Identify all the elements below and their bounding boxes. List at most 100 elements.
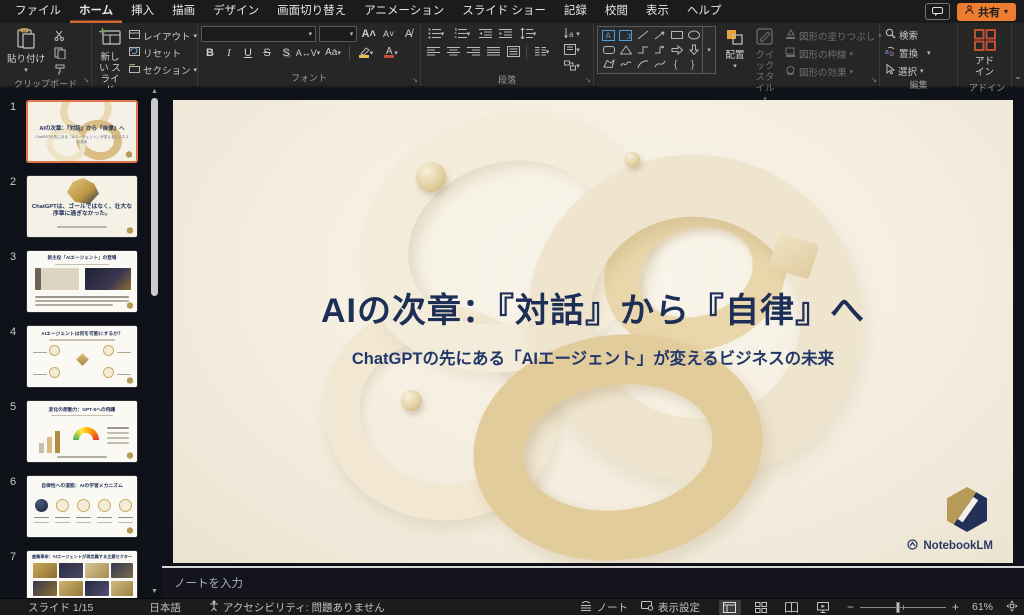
freeform-shape-icon[interactable] — [600, 57, 617, 72]
vtextbox-shape-icon[interactable]: A — [617, 28, 634, 43]
notes-toggle-button[interactable]: ノート — [580, 600, 628, 615]
roundrect-shape-icon[interactable] — [600, 43, 617, 58]
zoom-percent[interactable]: 61% — [972, 601, 993, 613]
find-button[interactable]: 検索 — [883, 27, 954, 42]
shape-effects-button[interactable]: 図形の効果▾ — [783, 64, 884, 79]
italic-button[interactable]: I — [220, 45, 238, 60]
zoom-slider-handle[interactable] — [896, 602, 900, 613]
paragraph-dialog-launcher-icon[interactable]: ↘ — [585, 76, 591, 84]
collapse-ribbon-button[interactable]: ⌄ — [1012, 23, 1024, 86]
numbering-button[interactable]: ▾ — [450, 26, 474, 41]
distribute-text-button[interactable] — [504, 44, 522, 59]
elbow-arrow-shape-icon[interactable] — [651, 43, 668, 58]
fit-to-window-button[interactable] — [1006, 600, 1018, 615]
font-name-combobox[interactable]: ▾ — [201, 26, 316, 42]
textbox-shape-icon[interactable]: A — [600, 28, 617, 43]
change-case-button[interactable]: Aa▾ — [321, 45, 345, 60]
slide-thumbnail-1[interactable]: AIの次章：『対話』から『自律』へ ChatGPTの先にある「AIエージェント」… — [26, 100, 138, 163]
highlight-color-button[interactable]: ▾ — [354, 45, 378, 60]
clear-formatting-button[interactable]: A̸ — [400, 27, 417, 42]
clipboard-dialog-launcher-icon[interactable]: ↘ — [83, 76, 89, 84]
bullets-button[interactable]: ▾ — [424, 26, 448, 41]
comments-button[interactable] — [925, 3, 950, 20]
menu-tab-記録[interactable]: 記録 — [555, 0, 596, 23]
slide-thumbnail-3[interactable]: 新主役「AIエージェント」の登場 — [26, 250, 138, 313]
paste-button[interactable]: 貼り付け ▾ — [3, 26, 49, 77]
shape-fill-button[interactable]: 図形の塗りつぶし▾ — [783, 28, 884, 43]
slide-title-text[interactable]: AIの次章：『対話』から『自律』へ — [173, 283, 1013, 332]
strikethrough-button[interactable]: S — [258, 45, 276, 60]
bold-button[interactable]: B — [201, 45, 219, 60]
decrease-font-size-button[interactable]: A˅ — [380, 27, 397, 42]
oval-shape-icon[interactable] — [685, 28, 702, 43]
justify-button[interactable] — [484, 44, 502, 59]
cut-button[interactable] — [51, 28, 69, 43]
scrollbar-thumb[interactable] — [151, 98, 158, 296]
menu-tab-画面切り替え[interactable]: 画面切り替え — [268, 0, 355, 23]
block-arrow-right-shape-icon[interactable] — [668, 43, 685, 58]
slide-counter[interactable]: スライド 1/15 — [28, 600, 93, 615]
section-button[interactable]: セクション▾ — [127, 62, 199, 77]
share-button[interactable]: 共有 ▾ — [957, 3, 1016, 21]
zoom-slider[interactable]: − + — [847, 600, 959, 614]
reading-view-button[interactable] — [781, 600, 803, 615]
menu-tab-ヘルプ[interactable]: ヘルプ — [678, 0, 731, 23]
layout-button[interactable]: レイアウト▾ — [127, 28, 199, 43]
font-dialog-launcher-icon[interactable]: ↘ — [412, 76, 418, 84]
zoom-in-icon[interactable]: + — [952, 600, 959, 614]
notes-pane[interactable]: ノートを入力 — [162, 566, 1024, 598]
character-spacing-button[interactable]: A↔V▾ — [296, 45, 320, 60]
arc-shape-icon[interactable] — [634, 57, 651, 72]
scribble-shape-icon[interactable] — [617, 57, 634, 72]
convert-to-smartart-button[interactable]: ▾ — [559, 58, 585, 73]
curve-shape-icon[interactable] — [651, 57, 668, 72]
font-size-combobox[interactable]: ▾ — [319, 26, 357, 42]
align-center-button[interactable] — [444, 44, 462, 59]
menu-tab-ファイル[interactable]: ファイル — [6, 0, 70, 23]
zoom-out-icon[interactable]: − — [847, 600, 854, 614]
scroll-down-icon[interactable]: ▼ — [151, 588, 158, 596]
elbow-shape-icon[interactable] — [634, 43, 651, 58]
triangle-shape-icon[interactable] — [617, 43, 634, 58]
format-painter-button[interactable] — [51, 62, 69, 77]
arrow-line-shape-icon[interactable] — [651, 28, 668, 43]
language-indicator[interactable]: 日本語 — [149, 600, 181, 615]
menu-tab-挿入[interactable]: 挿入 — [122, 0, 163, 23]
menu-tab-デザイン[interactable]: デザイン — [204, 0, 268, 23]
menu-tab-描画[interactable]: 描画 — [163, 0, 204, 23]
slide-thumbnail-4[interactable]: AIエージェントは何を可能にするか？ — [26, 325, 138, 388]
shape-outline-button[interactable]: 図形の枠線▾ — [783, 46, 884, 61]
quick-styles-button[interactable]: クイック スタイル ▾ — [751, 26, 779, 106]
drawing-dialog-launcher-icon[interactable]: ↘ — [871, 76, 877, 84]
block-arrow-down-shape-icon[interactable] — [685, 43, 702, 58]
menu-tab-表示[interactable]: 表示 — [637, 0, 678, 23]
align-right-button[interactable] — [464, 44, 482, 59]
select-button[interactable]: 選択▾ — [883, 63, 954, 78]
rect-shape-icon[interactable] — [668, 28, 685, 43]
copy-button[interactable] — [51, 45, 69, 60]
text-shadow-button[interactable]: S — [277, 45, 295, 60]
brace-right-shape-icon[interactable]: } — [685, 57, 702, 72]
columns-button[interactable]: ▾ — [531, 44, 553, 59]
shape-gallery-scroll[interactable]: ▾ — [703, 26, 716, 74]
arrange-button[interactable]: 配置 ▾ — [721, 26, 749, 73]
display-settings-button[interactable]: 表示設定 — [641, 600, 700, 615]
menu-tab-アニメーション[interactable]: アニメーション — [355, 0, 453, 23]
slide-thumbnail-5[interactable]: 変化の原動力：GPT-5への飛躍 — [26, 400, 138, 463]
replace-button[interactable]: ab 置換▾ — [883, 45, 954, 60]
underline-button[interactable]: U — [239, 45, 257, 60]
slide-subtitle-text[interactable]: ChatGPTの先にある「AIエージェント」が変えるビジネスの未来 — [173, 345, 1013, 369]
font-color-button[interactable]: A▾ — [379, 45, 403, 60]
normal-view-button[interactable] — [719, 600, 741, 615]
align-text-button[interactable]: ▾ — [559, 42, 585, 57]
menu-tab-ホーム[interactable]: ホーム — [70, 0, 122, 23]
slideshow-view-button[interactable] — [812, 600, 834, 615]
menu-tab-スライド ショー[interactable]: スライド ショー — [453, 0, 555, 23]
slide-thumbnail-6[interactable]: 自律性への道筋：AIの学習メカニズム — [26, 475, 138, 538]
scroll-up-icon[interactable]: ▲ — [151, 88, 158, 96]
text-direction-button[interactable]: a▾ — [559, 26, 585, 41]
addins-button[interactable]: アドイン — [968, 26, 1002, 81]
menu-tab-校閲[interactable]: 校閲 — [596, 0, 637, 23]
slide-sorter-view-button[interactable] — [750, 600, 772, 615]
slide-thumbnail-2[interactable]: ChatGPTは、ゴールではなく、壮大な序章に過ぎなかった。 — [26, 175, 138, 238]
